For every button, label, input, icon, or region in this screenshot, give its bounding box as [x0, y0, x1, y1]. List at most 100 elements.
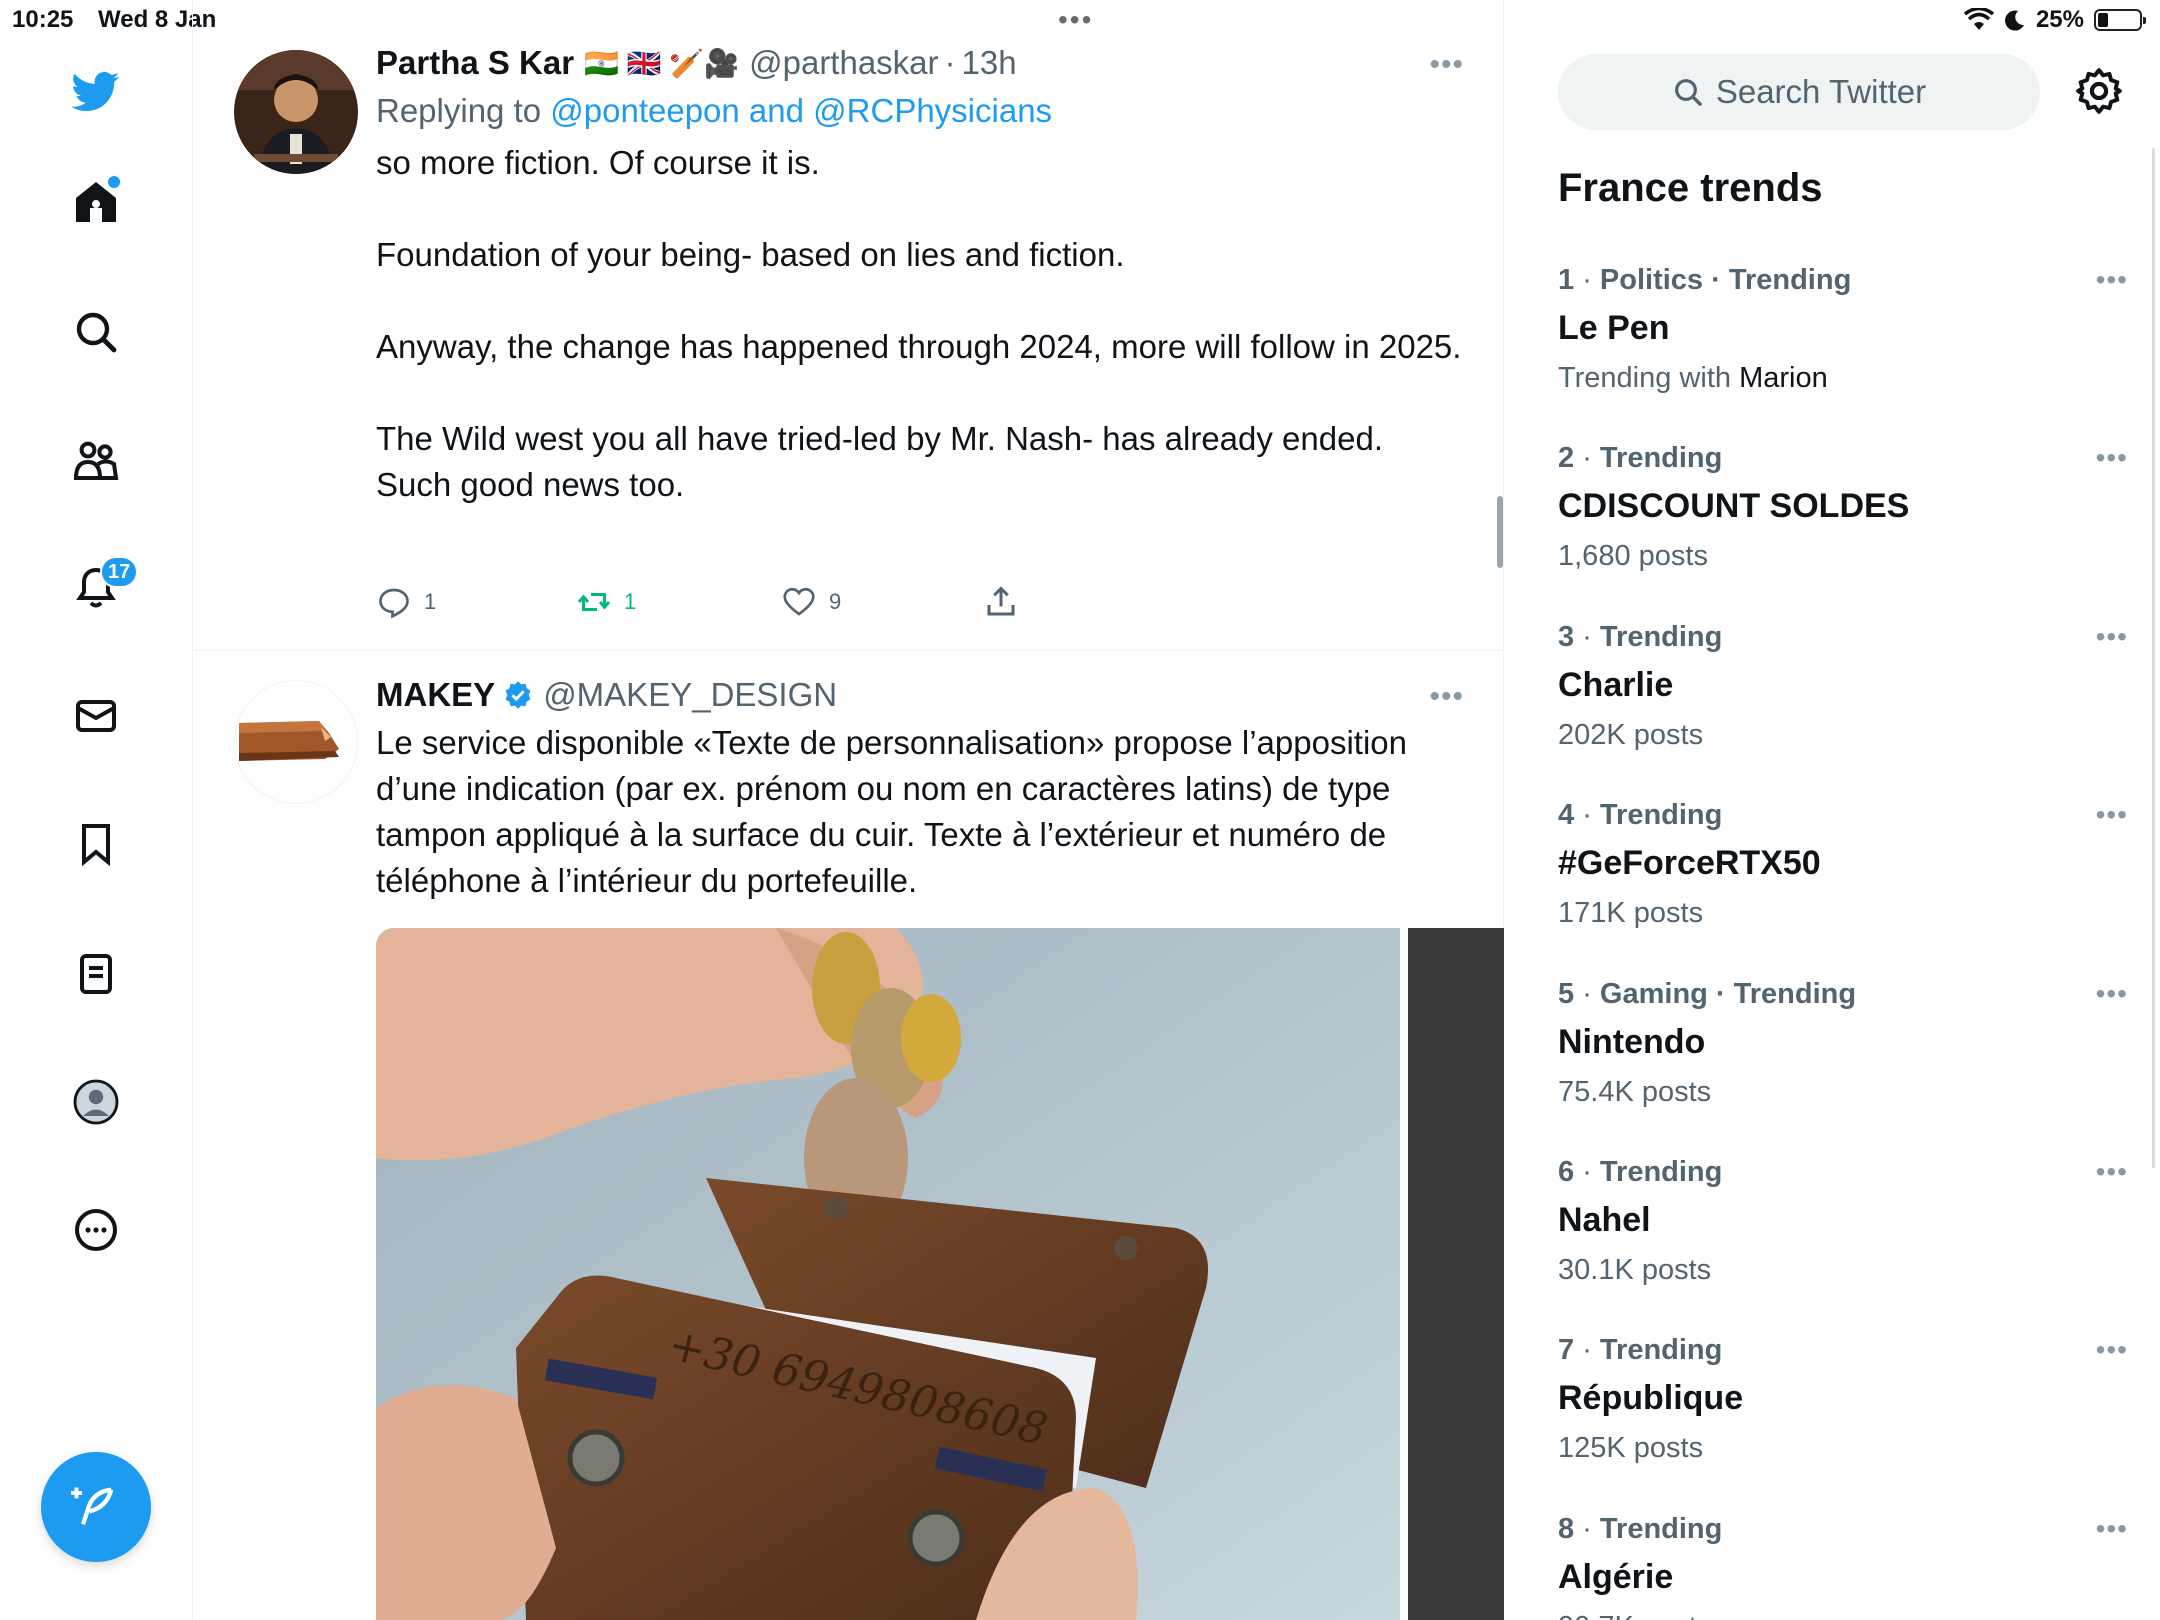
- trend-more-icon[interactable]: •••: [2096, 1156, 2128, 1188]
- notifications-count-badge: 17: [100, 556, 139, 588]
- twitter-logo-icon[interactable]: [66, 60, 126, 120]
- explore-search-icon[interactable]: [66, 302, 126, 362]
- trend-post-count: 75.4K posts: [1558, 1076, 1712, 1108]
- bookmarks-icon[interactable]: [66, 814, 126, 874]
- retweet-icon: [577, 593, 611, 611]
- tweet-divider: [194, 650, 1504, 651]
- trend-name[interactable]: CDISCOUNT SOLDES: [1558, 487, 2118, 526]
- share-button[interactable]: [983, 584, 1019, 620]
- trend-rank-sep: ·: [1574, 1513, 1600, 1545]
- tweet-header: Partha S Kar 🇮🇳 🇬🇧 🏏🎥 @parthaskar · 13h: [376, 44, 1464, 82]
- author-handle[interactable]: @MAKEY_DESIGN: [543, 676, 837, 714]
- retweet-button[interactable]: 1: [576, 584, 781, 620]
- replying-prefix: Replying to: [376, 92, 551, 129]
- more-options-icon[interactable]: [66, 1200, 126, 1260]
- tweet-more-icon[interactable]: •••: [1429, 680, 1464, 714]
- reply-button[interactable]: 1: [376, 584, 576, 620]
- trend-context: Trending with Marion: [1558, 362, 2118, 395]
- trend-rank-sep: ·: [1574, 1334, 1600, 1366]
- trend-rank: 1: [1558, 264, 1575, 296]
- trend-rank: 2: [1558, 442, 1575, 474]
- trend-item[interactable]: 6 · Trending Nahel 30.1K posts •••: [1558, 1156, 2127, 1287]
- compose-tweet-button[interactable]: [41, 1452, 151, 1562]
- trend-category-label: Trending: [1599, 1156, 1723, 1188]
- verified-badge-icon: [505, 681, 531, 709]
- search-icon: [1674, 79, 1702, 106]
- trend-rank-sep: ·: [1574, 978, 1600, 1010]
- reply-count: 1: [424, 589, 437, 614]
- trend-name[interactable]: Nintendo: [1558, 1023, 2118, 1062]
- reply-icon: [379, 588, 409, 619]
- trend-name[interactable]: Charlie: [1558, 666, 2118, 705]
- trend-category: 7 · Trending: [1558, 1334, 2118, 1367]
- trend-more-icon[interactable]: •••: [2096, 442, 2128, 474]
- trends-title: France trends: [1558, 166, 1823, 210]
- trend-item[interactable]: 8 · Trending Algérie 90.7K posts •••: [1558, 1513, 2127, 1620]
- trend-category: 6 · Trending: [1558, 1156, 2118, 1189]
- messages-mail-icon[interactable]: [66, 686, 126, 746]
- trend-post-count: 90.7K posts: [1558, 1611, 2118, 1620]
- trend-more-icon[interactable]: •••: [2096, 621, 2128, 653]
- tweet-header: MAKEY @MAKEY_DESIGN: [376, 676, 1464, 714]
- replying-to-users-link[interactable]: @ponteepon and @RCPhysicians: [550, 92, 1052, 129]
- trend-rank-sep: ·: [1574, 1156, 1600, 1188]
- trend-name[interactable]: République: [1558, 1379, 2118, 1418]
- retweet-count: 1: [624, 589, 637, 614]
- trend-rank: 7: [1558, 1334, 1575, 1366]
- tweet-parthaskar[interactable]: Partha S Kar 🇮🇳 🇬🇧 🏏🎥 @parthaskar · 13h …: [194, 44, 1504, 650]
- tweet-timestamp[interactable]: 13h: [962, 44, 1017, 82]
- trend-rank-sep: ·: [1574, 264, 1600, 296]
- timeline[interactable]: Partha S Kar 🇮🇳 🇬🇧 🏏🎥 @parthaskar · 13h …: [194, 0, 1504, 1620]
- tweet-more-icon[interactable]: •••: [1429, 48, 1464, 82]
- trend-item[interactable]: 2 · Trending CDISCOUNT SOLDES 1,680 posts •…: [1558, 442, 2127, 573]
- like-button[interactable]: 9: [781, 584, 983, 620]
- trend-rank-sep: ·: [1574, 799, 1600, 831]
- author-handle[interactable]: @parthaskar: [749, 44, 938, 82]
- trend-item[interactable]: 7 · Trending République 125K posts •••: [1558, 1334, 2127, 1465]
- search-box[interactable]: Search Twitter: [1558, 54, 2040, 130]
- trend-context-term[interactable]: Marion: [1739, 362, 1828, 394]
- settings-gear-icon[interactable]: [2074, 66, 2124, 116]
- trend-post-count: 202K posts: [1558, 719, 1704, 751]
- trend-category-label: Trending: [1599, 442, 1723, 474]
- next-media-preview[interactable]: [1408, 928, 1504, 1620]
- communities-icon[interactable]: [66, 430, 126, 490]
- trend-item[interactable]: 1 · Politics · Trending Le Pen Trending wi…: [1558, 264, 2127, 395]
- trend-more-icon[interactable]: •••: [2096, 799, 2128, 831]
- trend-category-label: Trending: [1599, 1513, 1723, 1545]
- trend-category: 1 · Politics · Trending: [1558, 264, 2118, 297]
- author-name[interactable]: Partha S Kar: [376, 44, 574, 82]
- avatar[interactable]: [234, 680, 358, 804]
- trend-name[interactable]: Le Pen: [1558, 309, 2118, 348]
- trend-more-icon[interactable]: •••: [2096, 1513, 2128, 1545]
- trend-post-count: 171K posts: [1558, 897, 1704, 929]
- trend-rank-sep: ·: [1574, 621, 1600, 653]
- trend-post-count: 1,680 posts: [1558, 540, 1708, 572]
- trend-item[interactable]: 3 · Trending Charlie 202K posts •••: [1558, 621, 2127, 752]
- share-icon: [987, 586, 1015, 616]
- sidebar-scroll-indicator[interactable]: [2152, 148, 2155, 1168]
- tweet-media-image[interactable]: +30 6949808608: [376, 928, 1400, 1620]
- avatar[interactable]: [234, 50, 358, 174]
- author-name[interactable]: MAKEY: [376, 676, 495, 714]
- separator: ·: [944, 44, 956, 81]
- heart-icon: [783, 587, 815, 616]
- lists-icon[interactable]: [66, 944, 126, 1004]
- profile-avatar-icon[interactable]: [66, 1072, 126, 1132]
- trend-name[interactable]: Algérie: [1558, 1558, 2118, 1597]
- trend-category: 3 · Trending: [1558, 621, 2118, 654]
- timeline-scroll-indicator[interactable]: [1497, 496, 1503, 568]
- trend-item[interactable]: 5 · Gaming · Trending Nintendo 75.4K posts…: [1558, 978, 2127, 1109]
- trend-name[interactable]: #GeForceRTX50: [1558, 844, 2118, 883]
- home-icon[interactable]: [66, 172, 126, 232]
- feather-plus-icon: [71, 1487, 114, 1526]
- trend-more-icon[interactable]: •••: [2096, 264, 2128, 296]
- trend-category: 2 · Trending: [1558, 442, 2118, 475]
- trend-category-label: Trending: [1599, 621, 1723, 653]
- trend-name[interactable]: Nahel: [1558, 1201, 2118, 1240]
- trend-more-icon[interactable]: •••: [2096, 1334, 2128, 1366]
- trend-more-icon[interactable]: •••: [2096, 978, 2128, 1010]
- notifications-bell-icon[interactable]: 17: [66, 556, 139, 618]
- trend-item[interactable]: 4 · Trending #GeForceRTX50 171K posts •••: [1558, 799, 2127, 930]
- search-placeholder: Search Twitter: [1715, 73, 1927, 110]
